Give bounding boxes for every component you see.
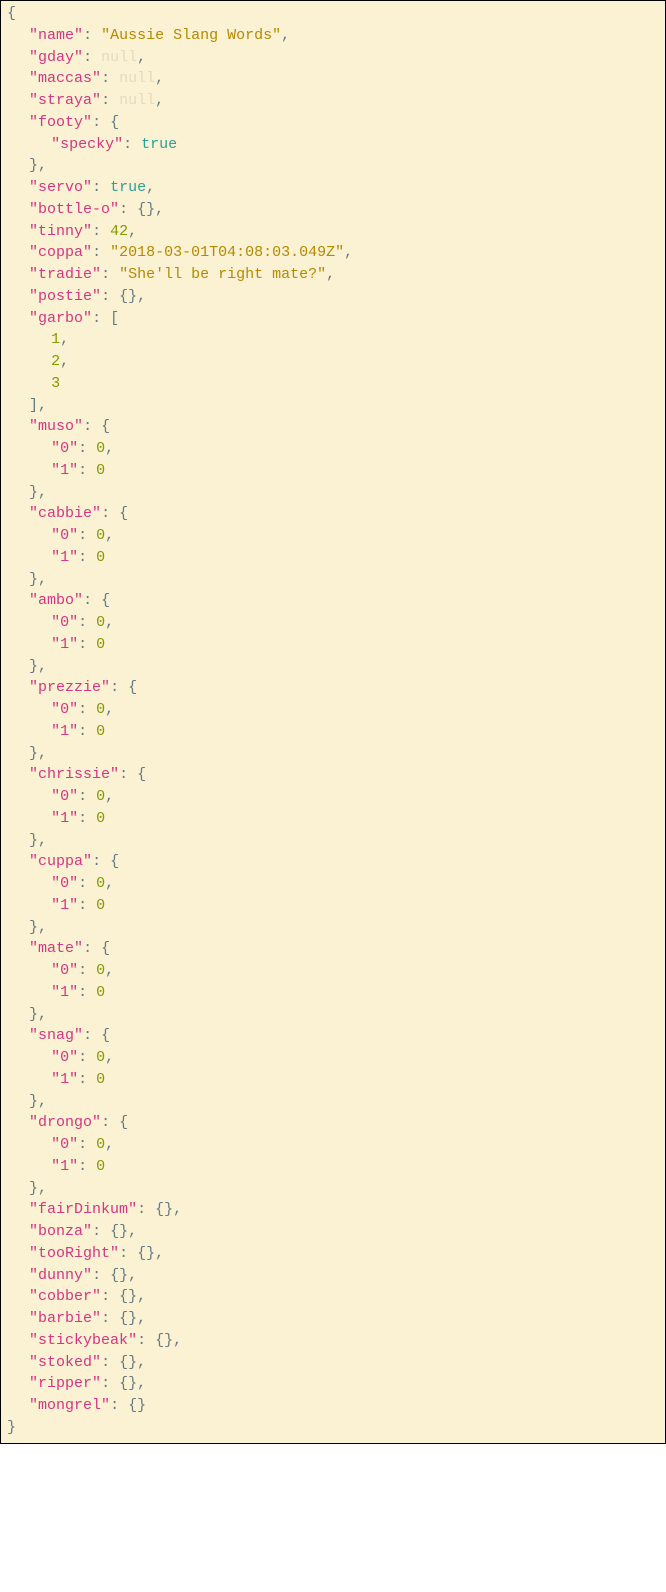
json-key: "0" — [51, 1136, 78, 1153]
json-number: 0 — [96, 1049, 105, 1066]
json-null: null — [119, 92, 155, 109]
json-key: "1" — [51, 810, 78, 827]
json-key: "stoked" — [29, 1354, 101, 1371]
json-key: "tradie" — [29, 266, 101, 283]
json-key: "0" — [51, 701, 78, 718]
json-string: "2018-03-01T04:08:03.049Z" — [110, 244, 344, 261]
json-key: "1" — [51, 984, 78, 1001]
json-key: "1" — [51, 636, 78, 653]
json-key: "0" — [51, 1049, 78, 1066]
json-key: "0" — [51, 788, 78, 805]
json-string: "She'll be right mate?" — [119, 266, 326, 283]
json-number: 0 — [96, 636, 105, 653]
json-key: "tinny" — [29, 223, 92, 240]
json-bool: true — [141, 136, 177, 153]
json-key: "dunny" — [29, 1267, 92, 1284]
json-key: "coppa" — [29, 244, 92, 261]
json-string: "Aussie Slang Words" — [101, 27, 281, 44]
json-key: "muso" — [29, 418, 83, 435]
json-key: "drongo" — [29, 1114, 101, 1131]
json-key: "0" — [51, 614, 78, 631]
json-key: "1" — [51, 1158, 78, 1175]
json-key: "straya" — [29, 92, 101, 109]
json-number: 0 — [96, 810, 105, 827]
json-key: "0" — [51, 527, 78, 544]
json-key: "ambo" — [29, 592, 83, 609]
json-key: "mate" — [29, 940, 83, 957]
json-key: "barbie" — [29, 1310, 101, 1327]
json-key: "prezzie" — [29, 679, 110, 696]
json-key: "stickybeak" — [29, 1332, 137, 1349]
json-key: "ripper" — [29, 1375, 101, 1392]
json-number: 0 — [96, 440, 105, 457]
json-key: "1" — [51, 897, 78, 914]
json-number: 0 — [96, 462, 105, 479]
json-key: "1" — [51, 723, 78, 740]
json-key: "tooRight" — [29, 1245, 119, 1262]
json-number: 0 — [96, 897, 105, 914]
json-bool: true — [110, 179, 146, 196]
json-key: "cuppa" — [29, 853, 92, 870]
json-number: 0 — [96, 527, 105, 544]
json-key: "0" — [51, 962, 78, 979]
json-key: "1" — [51, 549, 78, 566]
json-number: 0 — [96, 1158, 105, 1175]
json-key: "gday" — [29, 49, 83, 66]
json-null: null — [119, 70, 155, 87]
json-key: "footy" — [29, 114, 92, 131]
json-key: "maccas" — [29, 70, 101, 87]
json-code-block: { "name": "Aussie Slang Words", "gday": … — [0, 0, 666, 1444]
json-null: null — [101, 49, 137, 66]
json-key: "specky" — [51, 136, 123, 153]
json-key: "chrissie" — [29, 766, 119, 783]
json-number: 0 — [96, 962, 105, 979]
json-number: 0 — [96, 984, 105, 1001]
json-key: "cabbie" — [29, 505, 101, 522]
json-key: "1" — [51, 462, 78, 479]
json-key: "cobber" — [29, 1288, 101, 1305]
json-number: 0 — [96, 723, 105, 740]
json-key: "mongrel" — [29, 1397, 110, 1414]
json-key: "0" — [51, 440, 78, 457]
json-key: "postie" — [29, 288, 101, 305]
json-key: "servo" — [29, 179, 92, 196]
json-key: "bonza" — [29, 1223, 92, 1240]
json-key: "garbo" — [29, 310, 92, 327]
json-number: 42 — [110, 223, 128, 240]
json-number: 0 — [96, 875, 105, 892]
json-key: "1" — [51, 1071, 78, 1088]
json-key: "0" — [51, 875, 78, 892]
json-number: 1 — [51, 331, 60, 348]
json-number: 0 — [96, 549, 105, 566]
json-number: 0 — [96, 614, 105, 631]
json-number: 0 — [96, 788, 105, 805]
json-key: "name" — [29, 27, 83, 44]
json-number: 2 — [51, 353, 60, 370]
json-key: "snag" — [29, 1027, 83, 1044]
json-key: "fairDinkum" — [29, 1201, 137, 1218]
json-number: 0 — [96, 1071, 105, 1088]
json-number: 0 — [96, 1136, 105, 1153]
json-number: 3 — [51, 375, 60, 392]
json-number: 0 — [96, 701, 105, 718]
json-key: "bottle-o" — [29, 201, 119, 218]
